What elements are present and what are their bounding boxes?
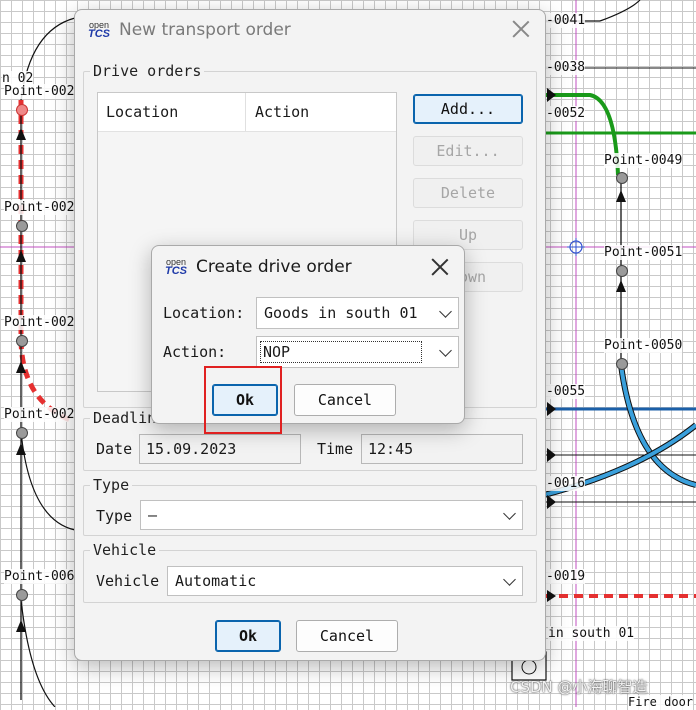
canvas-point[interactable] bbox=[616, 265, 628, 277]
column-header-location[interactable]: Location bbox=[106, 103, 178, 121]
highlight-box bbox=[204, 366, 282, 434]
drive-orders-legend: Drive orders bbox=[93, 62, 202, 80]
location-label: Location: bbox=[163, 304, 245, 322]
canvas-point[interactable] bbox=[616, 358, 628, 370]
path-label: -0041 bbox=[546, 13, 586, 28]
vehicle-select[interactable]: Automatic bbox=[167, 566, 523, 596]
dialog-title: New transport order bbox=[119, 20, 291, 40]
path-label: -0016 bbox=[546, 476, 586, 491]
date-field[interactable]: 15.09.2023 bbox=[139, 434, 301, 464]
column-header-action[interactable]: Action bbox=[255, 103, 309, 121]
date-label: Date bbox=[96, 440, 133, 458]
path-label: -0019 bbox=[546, 569, 586, 584]
point-label: Point-0051 bbox=[604, 245, 683, 260]
path-label: -0055 bbox=[546, 384, 586, 399]
chevron-down-icon[interactable] bbox=[439, 344, 452, 357]
dialog-title: Create drive order bbox=[196, 257, 352, 277]
canvas-point[interactable] bbox=[16, 427, 28, 439]
chevron-down-icon[interactable] bbox=[503, 507, 516, 520]
canvas-point[interactable] bbox=[16, 335, 28, 347]
point-label: Point-0061 bbox=[4, 569, 83, 584]
chevron-down-icon[interactable] bbox=[439, 305, 452, 318]
cancel-button[interactable]: Cancel bbox=[294, 384, 396, 416]
transport-dialog-titlebar[interactable]: open TCS New transport order bbox=[75, 10, 545, 50]
close-icon[interactable] bbox=[511, 19, 531, 39]
path-label: -0052 bbox=[546, 106, 586, 121]
location-label: in south 01 bbox=[548, 626, 635, 641]
ok-button[interactable]: Ok bbox=[215, 620, 281, 652]
vehicle-label: Vehicle bbox=[96, 572, 160, 590]
point-label: Point-0025 bbox=[4, 84, 83, 99]
type-select[interactable]: – bbox=[140, 500, 523, 530]
cancel-button[interactable]: Cancel bbox=[296, 620, 398, 652]
action-label: Action: bbox=[163, 343, 227, 361]
type-value: – bbox=[148, 506, 158, 524]
action-select[interactable]: NOP bbox=[256, 336, 459, 368]
point-label: Point-0023 bbox=[4, 315, 83, 330]
canvas-point[interactable] bbox=[616, 172, 628, 184]
chevron-down-icon[interactable] bbox=[503, 573, 516, 586]
point-label: Point-0024 bbox=[4, 200, 83, 215]
location-label: Fire door bbox=[628, 695, 694, 710]
type-legend: Type bbox=[93, 476, 130, 494]
type-label: Type bbox=[96, 507, 133, 525]
drive-dialog-titlebar[interactable]: open TCS Create drive order bbox=[152, 246, 464, 288]
point-label: Point-0049 bbox=[604, 153, 683, 168]
delete-button[interactable]: Delete bbox=[413, 178, 523, 208]
vehicle-value: Automatic bbox=[175, 572, 257, 590]
time-label: Time bbox=[317, 440, 354, 458]
column-divider bbox=[245, 93, 246, 131]
close-icon[interactable] bbox=[430, 257, 450, 277]
canvas-point[interactable] bbox=[16, 104, 28, 116]
location-select[interactable]: Goods in south 01 bbox=[256, 297, 459, 329]
create-drive-order-dialog: open TCS Create drive order Location: Go… bbox=[151, 245, 465, 424]
add-button[interactable]: Add... bbox=[413, 94, 523, 124]
time-field[interactable]: 12:45 bbox=[361, 434, 523, 464]
point-label: Point-0022 bbox=[4, 407, 83, 422]
opentcs-logo: open TCS bbox=[88, 20, 110, 40]
vehicle-legend: Vehicle bbox=[93, 541, 157, 559]
location-value: Goods in south 01 bbox=[264, 304, 418, 322]
point-label: Point-0050 bbox=[604, 338, 683, 353]
watermark: CSDN @小海聊智造 bbox=[510, 678, 648, 696]
action-value: NOP bbox=[260, 341, 422, 363]
path-label: -0038 bbox=[546, 60, 586, 75]
canvas-point[interactable] bbox=[16, 589, 28, 601]
edit-button[interactable]: Edit... bbox=[413, 136, 523, 166]
canvas-point[interactable] bbox=[16, 220, 28, 232]
table-header: Location Action bbox=[98, 93, 396, 132]
opentcs-logo: open TCS bbox=[165, 257, 187, 277]
